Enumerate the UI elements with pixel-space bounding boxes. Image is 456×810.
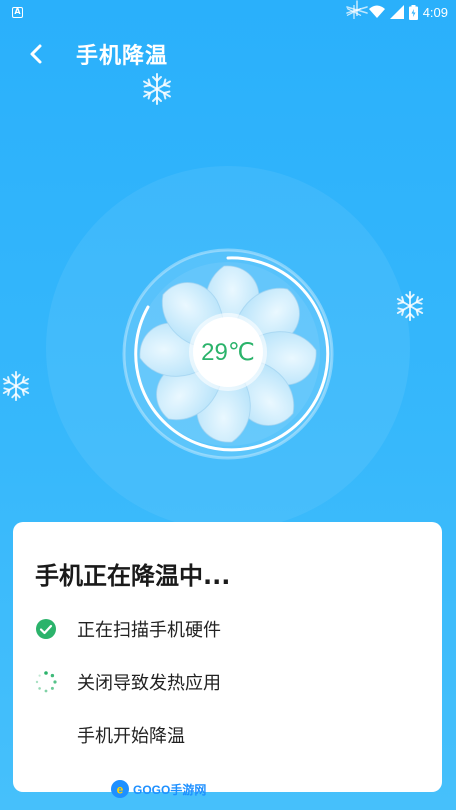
a-icon: A <box>12 6 23 18</box>
battery-icon <box>408 4 418 20</box>
watermark-text: GOGO手游网 <box>133 782 207 797</box>
svg-text:e: e <box>117 783 124 797</box>
card-title: 手机正在降温中... <box>35 562 231 590</box>
step-label: 关闭导致发热应用 <box>77 673 221 694</box>
app-header: 手机降温 <box>0 30 456 78</box>
step-label: 手机开始降温 <box>77 726 185 747</box>
status-bar: A 4:09 <box>0 0 456 24</box>
snowflake-icon <box>143 73 171 105</box>
wifi-icon <box>368 5 385 18</box>
page-title: 手机降温 <box>76 44 169 69</box>
temperature-value: 29℃ <box>193 317 263 387</box>
loading-spinner-icon <box>35 671 57 693</box>
cooling-progress-card: 手机正在降温中... 正在扫描手机硬件 关闭导致发热应用 手机开始降温 <box>13 522 442 792</box>
e-logo-icon: e <box>111 780 129 798</box>
watermark-logo: e GOGO手游网 <box>110 778 206 800</box>
chevron-left-icon <box>30 44 42 64</box>
check-circle-icon <box>35 618 57 640</box>
step-label: 正在扫描手机硬件 <box>77 620 221 641</box>
status-left: A <box>12 6 23 18</box>
status-time: 4:09 <box>422 4 448 20</box>
snowflake-icon <box>346 0 368 16</box>
step-item: 关闭导致发热应用 <box>35 670 221 694</box>
step-item: 正在扫描手机硬件 <box>35 617 221 641</box>
signal-icon <box>389 5 404 19</box>
step-item: 手机开始降温 <box>35 723 185 747</box>
back-button[interactable] <box>16 34 56 74</box>
step-pending-placeholder <box>35 724 57 746</box>
snowflake-icon <box>2 370 30 402</box>
